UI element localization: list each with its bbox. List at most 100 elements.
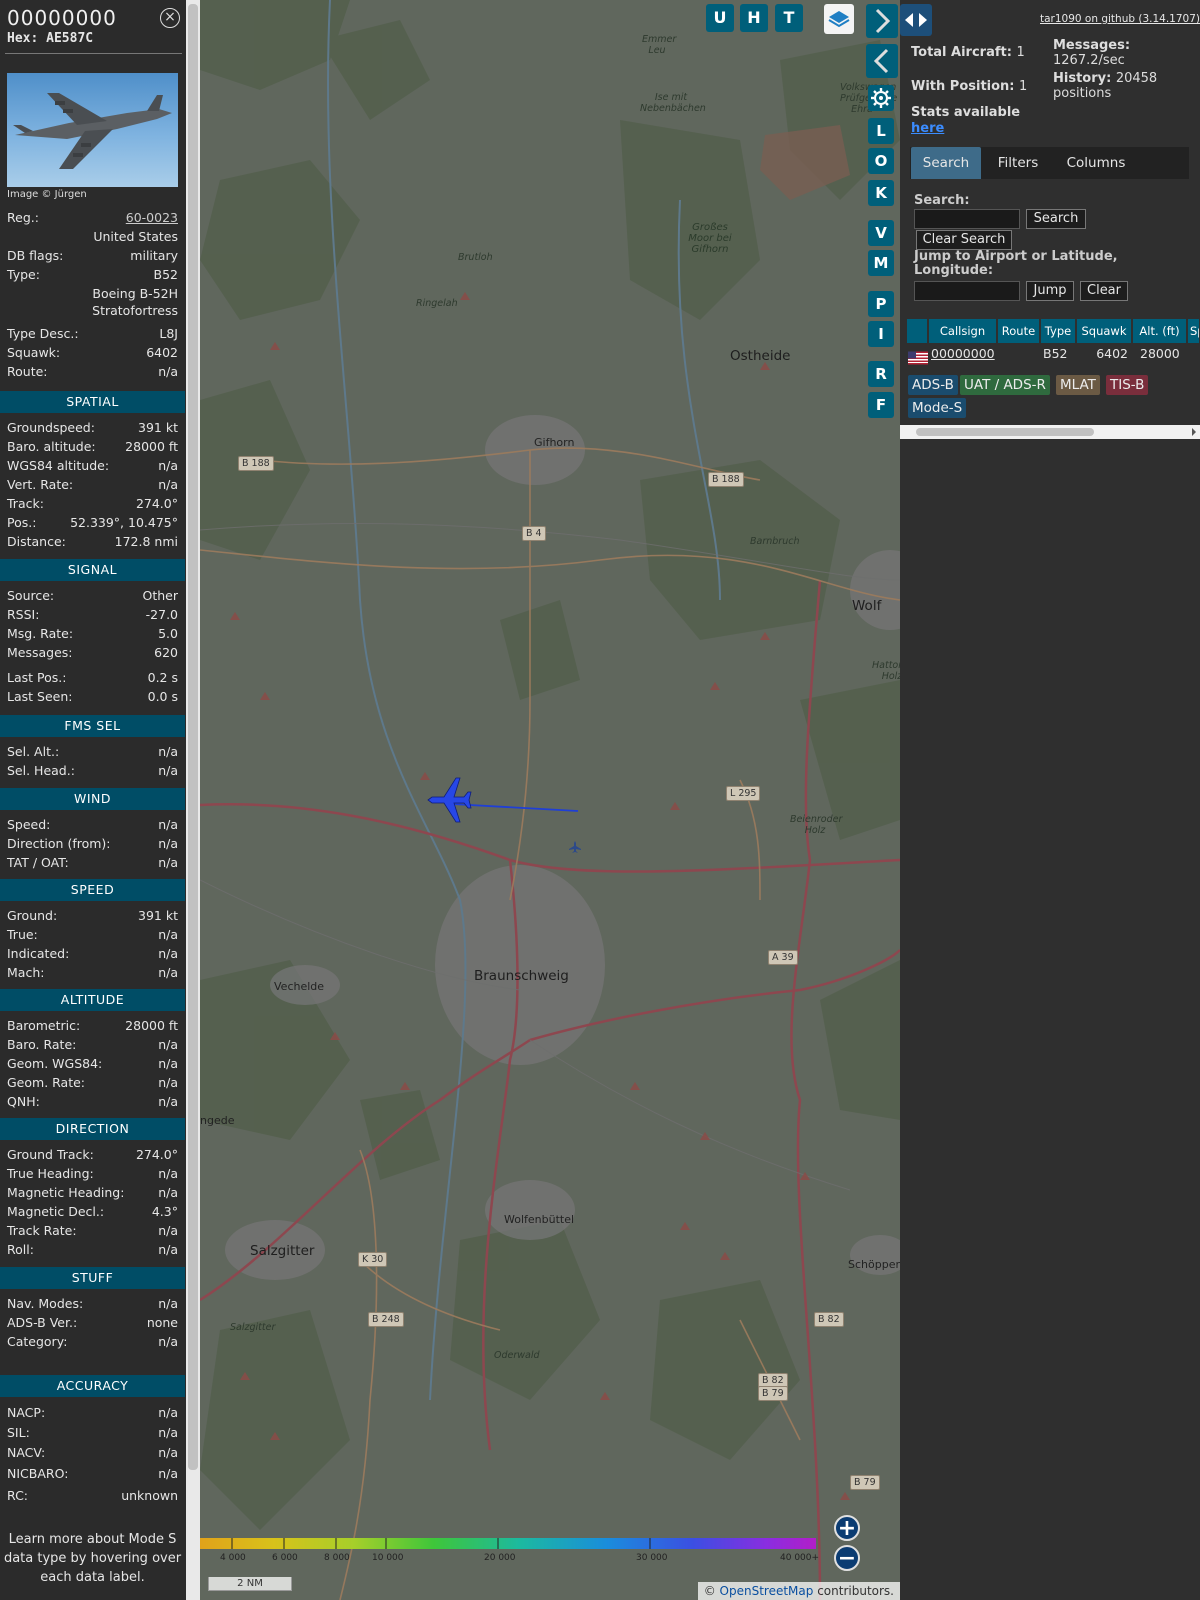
info-label[interactable]: Direction (from): bbox=[7, 835, 111, 853]
version-link[interactable]: tar1090 on github (3.14.1707) bbox=[1040, 13, 1200, 25]
info-label[interactable]: True: bbox=[7, 926, 38, 944]
info-label[interactable]: Category: bbox=[7, 1333, 67, 1351]
info-label[interactable]: Ground: bbox=[7, 907, 57, 925]
info-label[interactable]: Baro. Rate: bbox=[7, 1036, 76, 1054]
info-label[interactable]: Geom. WGS84: bbox=[7, 1055, 102, 1073]
info-label[interactable]: Sel. Alt.: bbox=[7, 743, 59, 761]
map-button-m[interactable]: M bbox=[868, 250, 894, 276]
table-header-altitude[interactable]: Alt. (ft) bbox=[1133, 319, 1187, 343]
info-label[interactable]: Sel. Head.: bbox=[7, 762, 75, 780]
info-label[interactable]: Roll: bbox=[7, 1241, 34, 1259]
info-label[interactable]: Ground Track: bbox=[7, 1146, 94, 1164]
info-label[interactable]: NACV: bbox=[7, 1444, 45, 1462]
source-badge[interactable]: Mode-S bbox=[908, 398, 967, 418]
tab-columns[interactable]: Columns bbox=[1055, 147, 1137, 179]
map-button-p[interactable]: P bbox=[868, 291, 894, 317]
info-label[interactable]: Groundspeed: bbox=[7, 419, 95, 437]
zoom-in-button[interactable]: + bbox=[834, 1515, 860, 1541]
collapse-sidebar-button[interactable] bbox=[866, 44, 898, 78]
info-value[interactable]: 60-0023 bbox=[126, 209, 178, 227]
close-info-button[interactable]: × bbox=[160, 8, 180, 28]
map-button-u[interactable]: U bbox=[706, 4, 734, 32]
section-header-stuff[interactable]: STUFF bbox=[0, 1267, 185, 1289]
info-label[interactable]: Route: bbox=[7, 363, 48, 381]
jump-input[interactable] bbox=[914, 281, 1020, 301]
info-label[interactable]: Type: bbox=[7, 266, 40, 284]
map-button-i[interactable]: I bbox=[868, 321, 894, 347]
info-label[interactable]: QNH: bbox=[7, 1093, 40, 1111]
info-label[interactable]: Magnetic Heading: bbox=[7, 1184, 124, 1202]
section-header-direction[interactable]: DIRECTION bbox=[0, 1118, 185, 1140]
map-button-l[interactable]: L bbox=[868, 118, 894, 144]
search-button[interactable]: Search bbox=[1026, 209, 1086, 229]
info-label[interactable]: Distance: bbox=[7, 533, 66, 551]
layers-button[interactable] bbox=[824, 4, 854, 34]
map-button-v[interactable]: V bbox=[868, 220, 894, 246]
table-header-speed[interactable]: Sp bbox=[1188, 319, 1200, 343]
section-header-altitude[interactable]: ALTITUDE bbox=[0, 989, 185, 1011]
info-label[interactable]: Track Rate: bbox=[7, 1222, 77, 1240]
tab-filters[interactable]: Filters bbox=[985, 147, 1051, 179]
map-button-f[interactable]: F bbox=[868, 392, 894, 418]
source-badge[interactable]: UAT / ADS-R bbox=[960, 375, 1050, 395]
source-badge[interactable]: TIS-B bbox=[1106, 375, 1149, 395]
aircraft-photo[interactable] bbox=[7, 73, 178, 187]
search-input[interactable] bbox=[914, 209, 1020, 229]
info-label[interactable]: Type Desc.: bbox=[7, 325, 79, 343]
section-header-wind[interactable]: WIND bbox=[0, 788, 185, 810]
table-header-callsign[interactable]: Callsign bbox=[929, 319, 997, 343]
info-scrollbar[interactable] bbox=[186, 0, 200, 1600]
info-label[interactable]: Squawk: bbox=[7, 344, 60, 362]
info-label[interactable]: DB flags: bbox=[7, 247, 63, 265]
expand-sidebar-button[interactable] bbox=[866, 4, 898, 38]
map-button-h[interactable]: H bbox=[740, 4, 768, 32]
info-label[interactable]: WGS84 altitude: bbox=[7, 457, 109, 475]
tab-search[interactable]: Search bbox=[911, 147, 981, 179]
table-horizontal-scrollbar[interactable] bbox=[900, 425, 1200, 439]
info-label[interactable]: Messages: bbox=[7, 644, 73, 662]
toggle-sidebar-button[interactable] bbox=[900, 4, 932, 36]
info-label[interactable]: Track: bbox=[7, 495, 44, 513]
info-label[interactable]: NICBARO: bbox=[7, 1465, 68, 1483]
clear-jump-button[interactable]: Clear bbox=[1080, 281, 1128, 301]
section-header-signal[interactable]: SIGNAL bbox=[0, 559, 185, 581]
scroll-right-icon[interactable] bbox=[1190, 428, 1198, 436]
info-label[interactable]: Magnetic Decl.: bbox=[7, 1203, 104, 1221]
map-button-r[interactable]: R bbox=[868, 361, 894, 387]
map-view[interactable]: Emmer LeuIse mit NebenbächenVolkswagen P… bbox=[200, 0, 900, 1600]
info-label[interactable]: Last Seen: bbox=[7, 688, 72, 706]
info-label[interactable]: Speed: bbox=[7, 816, 50, 834]
jump-button[interactable]: Jump bbox=[1026, 281, 1074, 301]
stats-link[interactable]: here bbox=[911, 121, 944, 136]
info-label[interactable]: Baro. altitude: bbox=[7, 438, 96, 456]
info-label[interactable]: Pos.: bbox=[7, 514, 36, 532]
info-label[interactable]: Nav. Modes: bbox=[7, 1295, 83, 1313]
info-label[interactable]: Mach: bbox=[7, 964, 44, 982]
table-header-type[interactable]: Type bbox=[1041, 319, 1076, 343]
info-label[interactable]: Source: bbox=[7, 587, 54, 605]
info-label[interactable]: Barometric: bbox=[7, 1017, 80, 1035]
info-label[interactable]: Reg.: bbox=[7, 209, 39, 227]
section-header-spatial[interactable]: SPATIAL bbox=[0, 391, 185, 413]
info-label[interactable]: True Heading: bbox=[7, 1165, 94, 1183]
row-callsign[interactable]: 00000000 bbox=[931, 344, 995, 364]
section-header-speed[interactable]: SPEED bbox=[0, 879, 185, 901]
openstreetmap-link[interactable]: OpenStreetMap bbox=[720, 1584, 814, 1598]
info-label[interactable]: RC: bbox=[7, 1487, 28, 1505]
zoom-out-button[interactable]: − bbox=[834, 1545, 860, 1571]
table-scrollbar-thumb[interactable] bbox=[916, 428, 1094, 436]
source-badge[interactable]: MLAT bbox=[1056, 375, 1100, 395]
info-label[interactable]: TAT / OAT: bbox=[7, 854, 69, 872]
info-label[interactable]: Last Pos.: bbox=[7, 669, 66, 687]
info-label[interactable]: Geom. Rate: bbox=[7, 1074, 85, 1092]
table-header-route[interactable]: Route bbox=[998, 319, 1040, 343]
clear-search-button[interactable]: Clear Search bbox=[916, 230, 1012, 250]
table-header-squawk[interactable]: Squawk bbox=[1077, 319, 1132, 343]
table-header-flag[interactable] bbox=[907, 319, 928, 343]
info-scrollbar-thumb[interactable] bbox=[188, 4, 198, 1470]
info-label[interactable]: Msg. Rate: bbox=[7, 625, 73, 643]
settings-button[interactable] bbox=[868, 85, 894, 111]
info-label[interactable]: ADS-B Ver.: bbox=[7, 1314, 77, 1332]
map-button-k[interactable]: K bbox=[868, 180, 894, 206]
section-header-fms[interactable]: FMS SEL bbox=[0, 715, 185, 737]
